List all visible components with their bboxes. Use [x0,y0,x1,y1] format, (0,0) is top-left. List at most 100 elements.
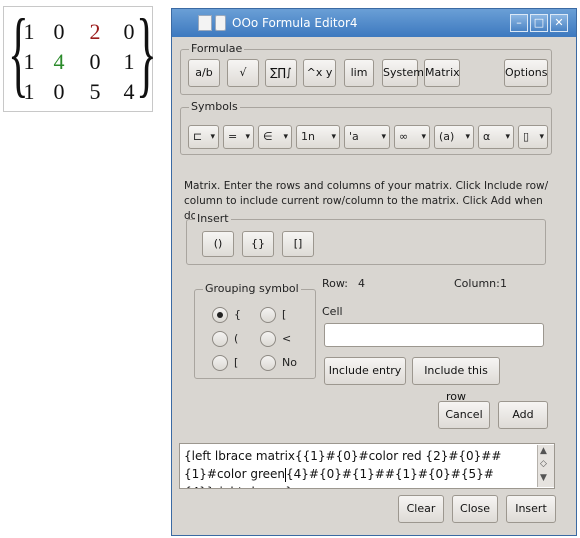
cell-label: Cell [322,305,343,318]
matrix-cell: 2 [89,19,101,44]
symbol-dropdown[interactable]: ▯ ▾ [518,125,548,149]
insert-button-label: {} [251,237,265,250]
close-dialog-button[interactable]: Close [452,495,498,523]
scroll-mid-icon: ◇ [540,459,547,469]
close-button[interactable]: ✕ [550,14,568,32]
formula-editor-input[interactable]: {left lbrace matrix{{1}#{0}#color red {2… [179,443,555,489]
chevron-down-icon: ▾ [421,132,426,142]
maximize-button[interactable]: □ [530,14,548,32]
grouping-radio[interactable] [212,331,228,347]
formula-button-label: Matrix [425,66,460,79]
symbol-dropdown[interactable]: 1n ▾ [296,125,340,149]
clear-button[interactable]: Clear [398,495,444,523]
insert-label: Insert [195,212,231,225]
chevron-down-icon: ▾ [331,132,336,142]
scroll-up-icon[interactable]: ▲ [540,446,547,456]
grouping-radio-label: ( [234,332,239,345]
grouping-radio[interactable] [212,307,228,323]
formula-button-label: System [383,66,425,79]
chevron-down-icon: ▾ [210,132,215,142]
formula-editor-window: OOo Formula Editor4 – □ ✕ Formulae a/b √ ∑… [171,8,577,536]
symbol-dropdown[interactable]: α ▾ [478,125,514,149]
sqrt-button[interactable]: √ [227,59,259,87]
symbol-dropdown-value: ▯ [523,130,530,143]
symbol-dropdown-value: ∞ [399,130,409,143]
matrix-cell: 1 [123,49,135,74]
chevron-down-icon: ▾ [381,132,386,142]
cancel-button[interactable]: Cancel [438,401,490,429]
grouping-radio-label: { [234,308,241,321]
scroll-down-icon[interactable]: ▼ [540,473,547,483]
grouping-radio[interactable] [212,355,228,371]
symbol-dropdown[interactable]: 'a ▾ [344,125,390,149]
grouping-radio[interactable] [260,331,276,347]
column-value: 1 [500,277,507,290]
grouping-radio-label: < [282,332,292,345]
chevron-down-icon: ▾ [465,132,470,142]
symbol-dropdown-value: ⊏ [193,130,203,143]
matrix-cell: 1 [23,19,35,44]
symbol-dropdown[interactable]: (a) ▾ [434,125,474,149]
grouping-radio-label: [ [234,356,239,369]
symbol-dropdown[interactable]: ∈ ▾ [258,125,292,149]
power-button[interactable]: ^x y [303,59,336,87]
add-button[interactable]: Add [498,401,548,429]
symbol-dropdown-value: 'a [349,130,359,143]
formula-button-label: lim [350,66,368,79]
insert-parentheses-button[interactable]: () [202,231,234,257]
matrix-cell: 0 [123,19,135,44]
matrix-preview: { } 102014011054 [3,1,157,112]
description-text: Matrix. Enter the rows and columns of yo… [184,180,549,222]
symbol-dropdown-value: α [483,130,491,143]
title-bar[interactable]: OOo Formula Editor4 – □ ✕ [172,9,576,37]
matrix-cell: 5 [89,79,101,104]
column-label: Column: [454,277,500,290]
matrix-button[interactable]: Matrix [424,59,460,87]
system-button[interactable]: System [382,59,425,87]
insert-group: Insert [186,212,546,265]
options-button[interactable]: Options [504,59,548,87]
matrix-cell: 0 [89,49,101,74]
symbol-dropdown[interactable]: = ▾ [223,125,254,149]
symbol-dropdown-value: = [228,130,238,143]
sum-prod-int-button[interactable]: ∑∏∫ [265,59,297,87]
window-title: OOo Formula Editor4 [232,16,358,30]
chevron-down-icon: ▾ [245,132,250,142]
cell-input[interactable] [324,323,544,347]
grouping-label: Grouping symbol [203,282,301,295]
row-value: 4 [358,277,365,290]
symbol-dropdown-value: ∈ [263,130,273,143]
matrix-cell: 1 [23,79,35,104]
symbol-dropdown[interactable]: ⊏ ▾ [188,125,219,149]
matrix-cell: 1 [23,49,35,74]
fraction-button[interactable]: a/b [188,59,220,87]
grouping-radio-label: [ [282,308,287,321]
include-entry-button[interactable]: Include entry [324,357,406,385]
include-row-button[interactable]: Include this row [412,357,500,403]
formula-button-label: ∑∏∫ [270,66,292,79]
insert-brackets-button[interactable]: [] [282,231,314,257]
grouping-radio[interactable] [260,355,276,371]
symbols-label: Symbols [189,100,240,113]
grouping-radio[interactable] [260,307,276,323]
chevron-down-icon: ▾ [283,132,288,142]
chevron-down-icon: ▾ [539,132,544,142]
symbol-dropdown-value: (a) [439,130,455,143]
grouping-radio-label: No [282,356,297,369]
chevron-down-icon: ▾ [505,132,510,142]
insert-formula-button[interactable]: Insert [506,495,556,523]
app-icon [215,15,226,31]
editor-scrollbar[interactable]: ▲ ◇ ▼ [537,445,554,487]
insert-braces-button[interactable]: {} [242,231,274,257]
document-icon [198,15,212,31]
formula-button-label: a/b [195,66,213,79]
options-label: Options [505,66,548,79]
symbol-dropdown[interactable]: ∞ ▾ [394,125,430,149]
matrix-cell: 0 [53,19,65,44]
matrix-cell: 4 [123,79,135,104]
limit-button[interactable]: lim [344,59,374,87]
minimize-button[interactable]: – [510,14,528,32]
row-label: Row: [322,277,348,290]
formula-button-label: ^x y [306,66,333,79]
matrix-cell: 0 [53,79,65,104]
